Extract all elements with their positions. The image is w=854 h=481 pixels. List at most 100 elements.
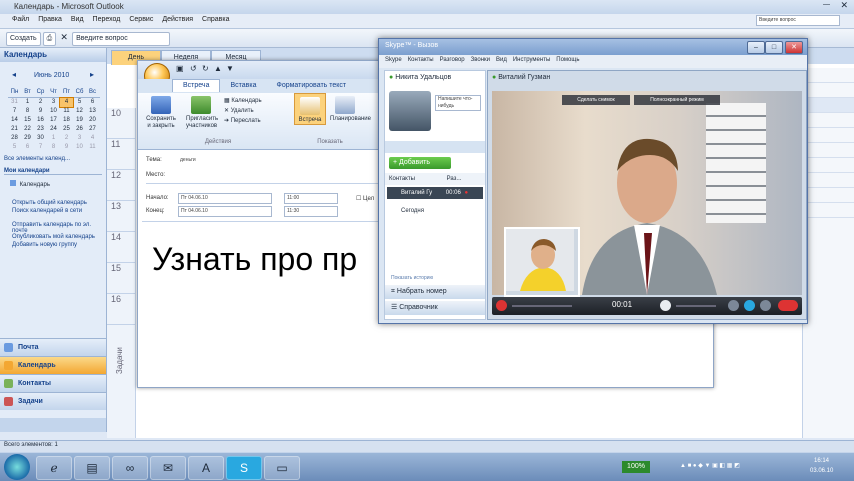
ie-icon[interactable]: ℯ bbox=[36, 456, 72, 480]
screen-recorder-icon[interactable]: ▭ bbox=[264, 456, 300, 480]
start-date-input[interactable]: Пт 04.06.10 bbox=[178, 193, 272, 204]
snapshot-button[interactable]: Сделать снимок bbox=[562, 95, 630, 105]
calendar-day[interactable]: 28 bbox=[8, 134, 21, 143]
print-icon[interactable]: ⎙ bbox=[42, 32, 57, 46]
user-status[interactable]: ● Никита Удальцов bbox=[389, 74, 451, 81]
calendar-checkbox-item[interactable]: Календарь bbox=[10, 180, 50, 188]
dial-button[interactable]: ⌗ Набрать номер bbox=[385, 285, 485, 299]
menu-item-6[interactable]: Справка bbox=[202, 16, 229, 23]
hangup-small-icon[interactable]: ● bbox=[464, 190, 468, 196]
create-button[interactable]: Создать bbox=[6, 32, 41, 46]
calendar-day[interactable]: 8 bbox=[21, 107, 34, 116]
clock-time[interactable]: 16:14 bbox=[814, 458, 829, 464]
undo-icon[interactable]: ↺ bbox=[190, 64, 197, 73]
up-icon[interactable]: ▲ bbox=[214, 64, 222, 73]
menu-item-5[interactable]: Действия bbox=[162, 16, 193, 23]
down-icon[interactable]: ▼ bbox=[226, 64, 234, 73]
close-icon[interactable]: ✕ bbox=[840, 0, 848, 11]
calendar-day[interactable]: 24 bbox=[47, 125, 60, 134]
help-search-input[interactable]: Введите вопрос bbox=[756, 15, 840, 26]
media-icon[interactable]: ∞ bbox=[112, 456, 148, 480]
my-calendars-header[interactable]: Мои календари bbox=[4, 168, 102, 175]
tab-contacts[interactable]: Контакты bbox=[389, 176, 415, 182]
calendar-day[interactable]: 13 bbox=[86, 107, 99, 116]
calendar-day[interactable]: 19 bbox=[73, 116, 86, 125]
body-text[interactable]: Узнать про пр bbox=[152, 241, 357, 278]
directory-button[interactable]: ☰ Справочник bbox=[385, 301, 485, 315]
nav-link[interactable]: Поиск календарей в сети bbox=[12, 208, 104, 214]
tab-recent[interactable]: Раз... bbox=[447, 176, 462, 182]
skype-close-button[interactable]: ✕ bbox=[785, 41, 803, 54]
search-bar[interactable] bbox=[385, 141, 485, 153]
calendar-day[interactable]: 23 bbox=[34, 125, 47, 134]
skype-minimize-button[interactable]: – bbox=[747, 41, 765, 54]
calendar-day[interactable]: 11 bbox=[86, 143, 99, 152]
calendar-day[interactable]: 3 bbox=[73, 134, 86, 143]
menu-item-4[interactable]: Сервис bbox=[129, 16, 153, 23]
skype-maximize-button[interactable]: □ bbox=[765, 41, 783, 54]
calendar-day[interactable]: 6 bbox=[86, 98, 99, 107]
calendar-action[interactable]: ▦ Календарь bbox=[224, 97, 262, 106]
ribbon-tab-2[interactable]: Форматировать текст bbox=[267, 80, 357, 92]
dollar-icon[interactable] bbox=[660, 300, 671, 311]
calendar-day[interactable]: 10 bbox=[47, 107, 60, 116]
calendar-day[interactable]: 17 bbox=[47, 116, 60, 125]
calendar-day[interactable]: 9 bbox=[34, 107, 47, 116]
calendar-day[interactable]: 22 bbox=[21, 125, 34, 134]
chat-icon[interactable] bbox=[760, 300, 771, 311]
checkbox-icon[interactable] bbox=[10, 180, 16, 186]
calendar-day[interactable]: 11 bbox=[60, 107, 73, 116]
menu-item-1[interactable]: Правка bbox=[38, 16, 62, 23]
calendar-day[interactable]: 30 bbox=[34, 134, 47, 143]
access-icon[interactable]: A bbox=[188, 456, 224, 480]
allday-checkbox[interactable]: ☐ Цел bbox=[356, 195, 374, 202]
outlook-taskbar-icon[interactable]: ✉ bbox=[150, 456, 186, 480]
skype-taskbar-icon[interactable]: S bbox=[226, 456, 262, 480]
subject-input[interactable]: деньги bbox=[178, 156, 380, 165]
clock-date[interactable]: 03.06.10 bbox=[810, 468, 833, 474]
calendar-day[interactable]: 31 bbox=[8, 98, 21, 107]
menu-item-2[interactable]: Вид bbox=[71, 16, 84, 23]
nav-section-calendar[interactable]: Календарь bbox=[0, 356, 106, 374]
ribbon-tab-1[interactable]: Вставка bbox=[220, 80, 266, 92]
ribbon-tab-0[interactable]: Встреча bbox=[172, 79, 221, 92]
history-link[interactable]: Показать историю bbox=[391, 275, 433, 281]
start-button[interactable] bbox=[4, 454, 30, 480]
calendar-day[interactable]: 6 bbox=[21, 143, 34, 152]
calendar-day[interactable]: 20 bbox=[86, 116, 99, 125]
toolbar-search-input[interactable]: Введите вопрос bbox=[72, 32, 171, 46]
calendar-day[interactable]: 2 bbox=[34, 98, 47, 107]
tray-icons[interactable]: ▲ ■ ● ◆ ▼ ▣ ◧ ▦ ◩ bbox=[680, 462, 740, 469]
add-button[interactable]: + Добавить bbox=[389, 157, 451, 169]
nav-link[interactable]: Опубликовать мой календарь bbox=[12, 234, 104, 240]
calendar-day[interactable]: 2 bbox=[60, 134, 73, 143]
calendar-day[interactable]: 25 bbox=[60, 125, 73, 134]
nav-link[interactable]: Отправить календарь по эл. почте bbox=[12, 222, 104, 234]
nav-link[interactable]: Открыть общий календарь bbox=[12, 200, 104, 206]
calendar-day[interactable]: 29 bbox=[21, 134, 34, 143]
calendar-day[interactable]: 5 bbox=[8, 143, 21, 152]
calendar-day[interactable]: 10 bbox=[73, 143, 86, 152]
call-volume-track[interactable] bbox=[512, 305, 572, 307]
skype-menu-item[interactable]: Вид bbox=[496, 57, 507, 63]
calendar-day[interactable]: 8 bbox=[47, 143, 60, 152]
next-month-icon[interactable]: ▸ bbox=[90, 70, 94, 79]
end-call-icon[interactable] bbox=[778, 300, 798, 311]
calendar-day[interactable]: 1 bbox=[47, 134, 60, 143]
explorer-icon[interactable]: ▤ bbox=[74, 456, 110, 480]
calendar-day[interactable]: 4 bbox=[59, 97, 74, 108]
nav-section-mail[interactable]: Почта bbox=[0, 338, 106, 356]
save-icon[interactable]: ▣ bbox=[176, 64, 184, 73]
calendar-day[interactable]: 4 bbox=[86, 134, 99, 143]
calendar-day[interactable]: 26 bbox=[73, 125, 86, 134]
start-time-input[interactable]: 11:00 bbox=[284, 193, 338, 204]
invite-button[interactable]: Пригласить участников bbox=[186, 93, 218, 130]
calendar-day[interactable]: 3 bbox=[47, 98, 60, 107]
appointment-view-button[interactable]: Встреча bbox=[294, 93, 326, 125]
calendar-day[interactable]: 15 bbox=[21, 116, 34, 125]
fullscreen-button[interactable]: Полноэкранный режим bbox=[634, 95, 720, 105]
minimize-icon[interactable]: — bbox=[823, 1, 830, 8]
active-call-item[interactable]: Виталий Гу 00:06 ● bbox=[387, 187, 483, 199]
battery-indicator[interactable]: 100% bbox=[622, 461, 650, 473]
hangup-icon[interactable] bbox=[496, 300, 507, 311]
